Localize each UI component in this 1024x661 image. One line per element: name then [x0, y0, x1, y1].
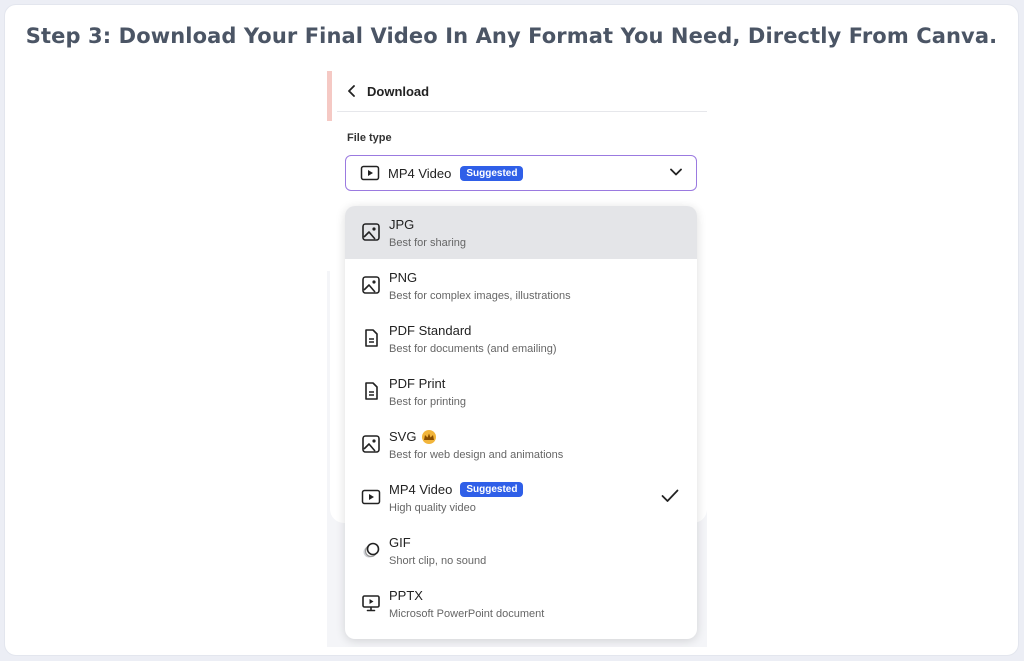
- back-button[interactable]: Download: [347, 84, 429, 99]
- file-type-label: File type: [347, 132, 392, 144]
- option-png[interactable]: PNG Best for complex images, illustratio…: [345, 259, 697, 312]
- chevron-left-icon: [348, 85, 355, 97]
- gif-icon: [363, 542, 380, 558]
- presentation-icon: [362, 595, 380, 612]
- option-description: Best for sharing: [389, 237, 467, 249]
- option-gif[interactable]: GIF Short clip, no sound: [345, 524, 697, 577]
- option-description: Best for web design and animations: [389, 449, 564, 461]
- option-pptx[interactable]: PPTX Microsoft PowerPoint document: [345, 577, 697, 630]
- download-panel-screenshot: Download File type MP4 Video Suggested J…: [327, 71, 707, 647]
- canvas-edge: [327, 71, 332, 121]
- option-pdf-standard[interactable]: PDF Standard Best for documents (and ema…: [345, 312, 697, 365]
- option-name: PNG: [389, 270, 418, 285]
- option-name: SVG: [389, 429, 417, 444]
- crown-icon: [422, 429, 437, 444]
- option-name: PPTX: [389, 588, 423, 603]
- option-name: PDF Standard: [389, 323, 472, 338]
- image-icon: [362, 223, 380, 241]
- step-heading: Step 3: Download Your Final Video In Any…: [25, 24, 998, 48]
- option-description: Microsoft PowerPoint document: [389, 608, 545, 620]
- selected-file-type: MP4 Video: [388, 165, 452, 181]
- option-description: Best for complex images, illustrations: [389, 290, 571, 302]
- option-mp4-video[interactable]: MP4 Video Suggested High quality video: [345, 471, 697, 524]
- option-description: Short clip, no sound: [389, 555, 487, 567]
- option-jpg[interactable]: JPG Best for sharing: [345, 206, 697, 259]
- option-name: PDF Print: [389, 376, 446, 391]
- document-icon: [365, 329, 378, 347]
- chevron-down-icon: [670, 168, 682, 176]
- option-svg[interactable]: SVG Best for web design and animations: [345, 418, 697, 471]
- file-type-dropdown: JPG Best for sharing PNG Best for comple…: [345, 206, 697, 639]
- option-name: GIF: [389, 535, 411, 550]
- option-description: Best for documents (and emailing): [389, 343, 557, 355]
- option-name: JPG: [389, 217, 415, 232]
- file-type-select[interactable]: MP4 Video Suggested: [345, 155, 697, 191]
- option-description: Best for printing: [389, 396, 467, 408]
- option-description: High quality video: [389, 502, 476, 514]
- checkmark-icon: [661, 489, 679, 502]
- option-name: MP4 Video: [389, 482, 453, 497]
- video-icon: [360, 165, 380, 181]
- panel-title: Download: [367, 83, 430, 99]
- suggested-badge: Suggested: [460, 482, 524, 497]
- panel-header: Download: [337, 71, 707, 112]
- suggested-badge: Suggested: [460, 165, 524, 181]
- document-icon: [365, 382, 378, 400]
- video-icon: [361, 489, 381, 505]
- image-icon: [362, 435, 380, 453]
- image-icon: [362, 276, 380, 294]
- option-pdf-print[interactable]: PDF Print Best for printing: [345, 365, 697, 418]
- tutorial-card: Step 3: Download Your Final Video In Any…: [4, 4, 1019, 656]
